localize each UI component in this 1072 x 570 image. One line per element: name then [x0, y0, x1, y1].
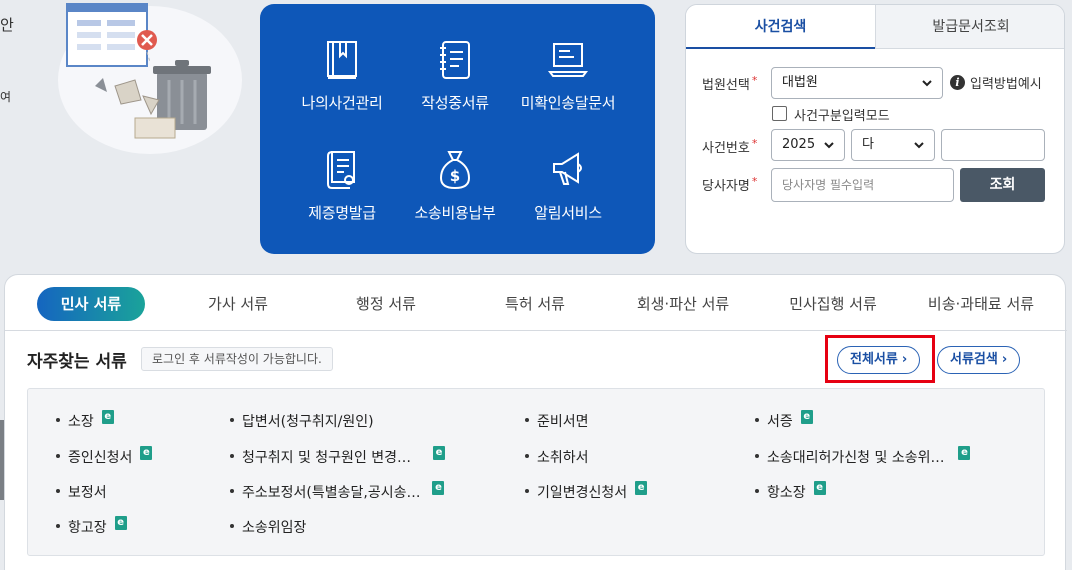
tab-divider: [5, 330, 1067, 331]
doc-search-button[interactable]: 서류검색 ›: [937, 346, 1021, 374]
chevron-down-icon: [824, 142, 834, 149]
court-select[interactable]: 대법원: [771, 67, 943, 99]
service-fee-payment[interactable]: $ 소송비용납부: [390, 148, 520, 223]
case-serial-input[interactable]: [941, 129, 1045, 161]
year-select[interactable]: 2025: [771, 129, 845, 161]
service-certificate[interactable]: 제증명발급: [277, 148, 407, 223]
book-icon: [327, 41, 357, 79]
doc-link[interactable]: 소장 e: [56, 410, 114, 431]
tab-admin-docs[interactable]: 행정 서류: [353, 287, 419, 321]
tab-bankruptcy-docs[interactable]: 회생·파산 서류: [633, 287, 733, 321]
separate-mode-checkbox[interactable]: [772, 106, 787, 121]
e-form-icon: e: [958, 446, 971, 460]
document-trash-illustration: [58, 3, 242, 154]
tab-nonlitigation-docs[interactable]: 비송·과태료 서류: [923, 287, 1039, 321]
separate-mode-label: 사건구분입력모드: [794, 109, 890, 124]
frequent-docs-grid: 소장 e 답변서(청구취지/원인) 준비서면 서증 e 증인신청서 e 청구취지 및 …: [27, 388, 1045, 556]
cutoff-text-mid: 여: [0, 90, 12, 104]
highlight-box: [825, 335, 935, 383]
case-number-label: 사건번호 *: [702, 137, 758, 156]
service-label: 나의사건관리: [301, 94, 383, 112]
tab-family-docs[interactable]: 가사 서류: [205, 287, 271, 321]
doc-link[interactable]: 항고장 e: [56, 516, 127, 537]
service-alerts[interactable]: 알림서비스: [503, 148, 633, 223]
service-label: 작성중서류: [421, 94, 489, 112]
cutoff-text-top: 안: [0, 16, 14, 34]
doc-link[interactable]: 준비서면: [525, 411, 589, 431]
party-name-input[interactable]: 당사자명 필수입력: [771, 168, 954, 202]
service-my-case[interactable]: 나의사건관리: [277, 38, 407, 113]
case-type-select[interactable]: 다: [851, 129, 935, 161]
info-icon[interactable]: i: [950, 75, 965, 90]
doc-link[interactable]: 기일변경신청서 e: [525, 481, 648, 502]
court-label: 법원선택 *: [702, 74, 758, 93]
doc-link[interactable]: 증인신청서 e: [56, 446, 153, 467]
chevron-down-icon: [922, 80, 932, 87]
megaphone-icon: [553, 152, 582, 185]
service-label: 소송비용납부: [414, 204, 496, 222]
tab-case-search[interactable]: 사건검색: [686, 5, 875, 49]
doc-link[interactable]: 청구취지 및 청구원인 변경… e: [230, 446, 446, 467]
certificate-icon: [327, 151, 355, 189]
login-note: 로그인 후 서류작성이 가능합니다.: [141, 347, 333, 371]
frequent-docs-title: 자주찾는 서류: [27, 352, 127, 372]
doc-link[interactable]: 답변서(청구취지/원인): [230, 411, 374, 431]
notebook-icon: [440, 41, 470, 79]
doc-link[interactable]: 항소장 e: [755, 481, 826, 502]
service-label: 알림서비스: [534, 204, 602, 222]
laptop-icon: [548, 43, 588, 77]
case-search-card: 사건검색 발급문서조회 법원선택 * 대법원 i 입력방법예시 사건구분입력모드 …: [685, 4, 1065, 254]
input-help-link[interactable]: 입력방법예시: [970, 73, 1042, 92]
e-form-icon: e: [800, 410, 813, 424]
tab-enforcement-docs[interactable]: 민사집행 서류: [784, 287, 882, 321]
service-label: 제증명발급: [308, 204, 376, 222]
e-form-icon: e: [114, 516, 127, 530]
doc-link[interactable]: 주소보정서(특별송달,공시송… e: [230, 481, 445, 502]
doc-link[interactable]: 소송위임장: [230, 517, 306, 537]
e-form-icon: e: [140, 446, 153, 460]
e-form-icon: e: [433, 446, 446, 460]
money-bag-icon: $: [439, 151, 471, 190]
e-form-icon: e: [813, 481, 826, 495]
e-form-icon: e: [432, 481, 445, 495]
service-drafts[interactable]: 작성중서류: [390, 38, 520, 113]
e-form-icon: e: [101, 410, 114, 424]
service-unread-delivery[interactable]: 미확인송달문서: [503, 38, 633, 113]
e-form-icon: e: [635, 481, 648, 495]
service-label: 미확인송달문서: [520, 94, 616, 112]
doc-link[interactable]: 서증 e: [755, 410, 813, 431]
tab-patent-docs[interactable]: 특허 서류: [502, 287, 568, 321]
doc-link[interactable]: 보정서: [56, 482, 107, 502]
chevron-down-icon: [914, 142, 924, 149]
chevron-right-icon: ›: [1001, 352, 1008, 367]
doc-link[interactable]: 소취하서: [525, 447, 589, 467]
document-panel: 민사 서류 가사 서류 행정 서류 특허 서류 회생·파산 서류 민사집행 서류…: [4, 274, 1067, 570]
svg-text:$: $: [450, 167, 460, 185]
quick-service-panel: 나의사건관리 작성중서류 미확인송달문서 제증명발급 $ 소송비용납부 알림서비…: [260, 4, 655, 254]
party-name-label: 당사자명 *: [702, 175, 758, 194]
doc-link[interactable]: 소송대리허가신청 및 소송위… e: [755, 446, 971, 467]
tab-issued-docs[interactable]: 발급문서조회: [875, 5, 1064, 49]
search-button[interactable]: 조회: [960, 168, 1045, 202]
tab-civil-docs[interactable]: 민사 서류: [37, 287, 145, 321]
